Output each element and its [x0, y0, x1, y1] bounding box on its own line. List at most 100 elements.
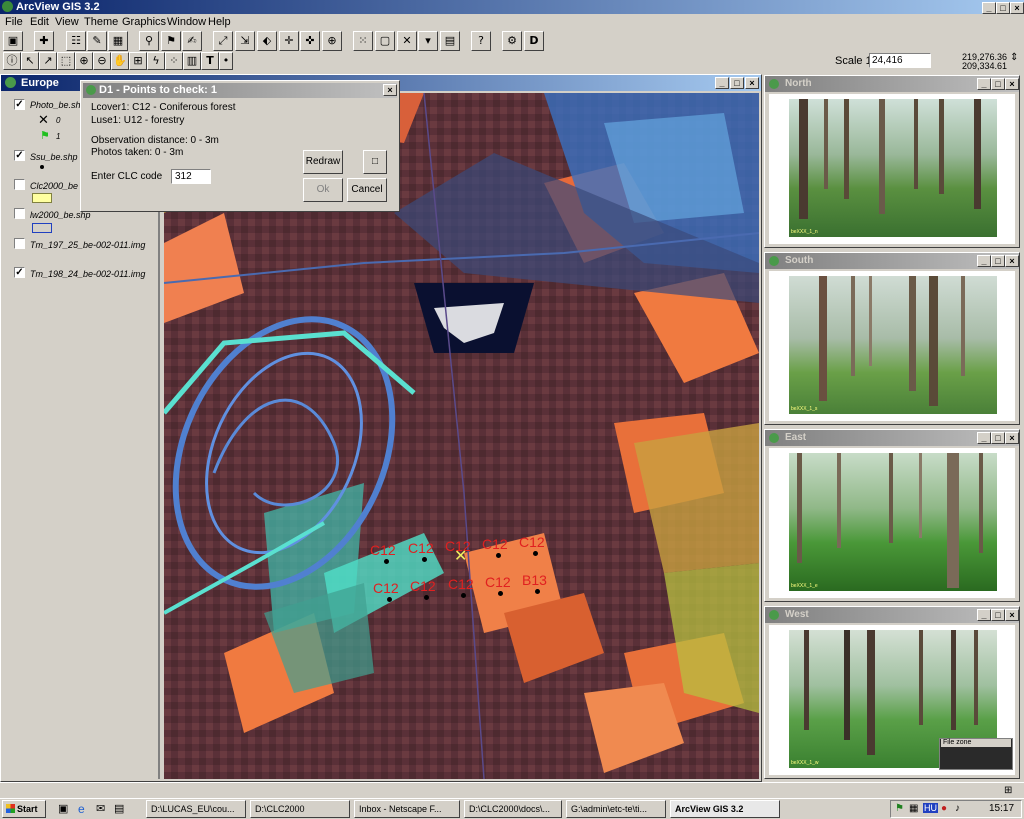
- theme-checkbox[interactable]: ✓: [14, 99, 25, 110]
- dialog-close-icon[interactable]: ×: [383, 84, 397, 96]
- minimize-icon[interactable]: _: [977, 432, 991, 444]
- menu-view[interactable]: View: [55, 16, 79, 28]
- label-tool-icon[interactable]: ▥: [183, 52, 201, 70]
- zoom-previous-icon[interactable]: ⊕: [322, 31, 342, 51]
- zoom-active-icon[interactable]: ⇲: [235, 31, 255, 51]
- vertex-edit-icon[interactable]: ↗: [39, 52, 57, 70]
- theme-name[interactable]: Ssu_be.shp: [30, 152, 78, 162]
- menu-edit[interactable]: Edit: [30, 16, 49, 28]
- sample-point[interactable]: [422, 557, 427, 562]
- measure-icon[interactable]: ⊞: [129, 52, 147, 70]
- close-icon[interactable]: ×: [1010, 2, 1024, 14]
- view-close-icon[interactable]: ×: [745, 77, 759, 89]
- sample-point[interactable]: [496, 553, 501, 558]
- zoom-full-icon[interactable]: ⤢: [213, 31, 233, 51]
- ok-button[interactable]: Ok: [303, 178, 343, 202]
- theme-checkbox[interactable]: [14, 208, 25, 219]
- maximize-icon[interactable]: □: [996, 2, 1010, 14]
- sample-point[interactable]: [461, 593, 466, 598]
- edit-legend-icon[interactable]: ✎: [87, 31, 107, 51]
- taskbar-item[interactable]: D:\LUCAS_EU\cou...: [146, 800, 246, 818]
- theme-checkbox[interactable]: ✓: [14, 267, 25, 278]
- clear-selected-icon[interactable]: ▢: [375, 31, 395, 51]
- redraw-button[interactable]: Redraw: [303, 150, 343, 174]
- tray-icon[interactable]: ▦: [909, 803, 918, 814]
- pan-icon[interactable]: ✋: [111, 52, 129, 70]
- theme-checkbox[interactable]: ✓: [14, 150, 25, 161]
- select-feature-icon[interactable]: ⬚: [57, 52, 75, 70]
- theme-name[interactable]: Clc2000_be: [30, 181, 78, 191]
- zoom-in-fixed-icon[interactable]: ✛: [279, 31, 299, 51]
- theme-properties-icon[interactable]: ☷: [66, 31, 86, 51]
- add-theme-icon[interactable]: ✚: [34, 31, 54, 51]
- theme-name[interactable]: Tm_197_25_be-002-011.img: [30, 240, 145, 250]
- menu-help[interactable]: Help: [208, 16, 231, 28]
- zoom-out-icon[interactable]: ⊖: [93, 52, 111, 70]
- help-pointer-icon[interactable]: ?: [471, 31, 491, 51]
- tray-icon[interactable]: ●: [941, 803, 947, 814]
- taskbar-item[interactable]: D:\CLC2000\docs\...: [464, 800, 562, 818]
- taskbar-item-active[interactable]: ArcView GIS 3.2: [670, 800, 780, 818]
- minimize-icon[interactable]: _: [977, 609, 991, 621]
- maximize-icon[interactable]: □: [991, 432, 1005, 444]
- volume-icon[interactable]: ♪: [955, 803, 960, 814]
- save-icon[interactable]: ▣: [3, 31, 23, 51]
- file-zone-box[interactable]: File zone: [939, 738, 1013, 770]
- minimize-icon[interactable]: _: [977, 255, 991, 267]
- quicklaunch-icon[interactable]: ▤: [114, 802, 124, 815]
- sample-point[interactable]: [533, 551, 538, 556]
- identify-icon[interactable]: ⓘ: [3, 52, 21, 70]
- view-maximize-icon[interactable]: □: [730, 77, 744, 89]
- export-icon[interactable]: ▾: [418, 31, 438, 51]
- show-desktop-icon[interactable]: ▣: [58, 802, 68, 815]
- area-select-icon[interactable]: ⁘: [165, 52, 183, 70]
- checkbox-button[interactable]: □: [363, 150, 387, 174]
- view-minimize-icon[interactable]: _: [715, 77, 729, 89]
- locate-icon[interactable]: ⚑: [161, 31, 181, 51]
- taskbar-item[interactable]: Inbox - Netscape F...: [354, 800, 460, 818]
- current-point-cross-icon[interactable]: ✕: [454, 549, 467, 565]
- sample-point[interactable]: [387, 597, 392, 602]
- theme-checkbox[interactable]: [14, 179, 25, 190]
- menu-graphics[interactable]: Graphics: [122, 16, 166, 28]
- minimize-icon[interactable]: _: [982, 2, 996, 14]
- find-icon[interactable]: ⚲: [139, 31, 159, 51]
- layout-icon[interactable]: ▤: [440, 31, 460, 51]
- tray-icon[interactable]: ⚑: [895, 803, 904, 814]
- sample-point[interactable]: [424, 595, 429, 600]
- maximize-icon[interactable]: □: [991, 255, 1005, 267]
- theme-checkbox[interactable]: [14, 238, 25, 249]
- sample-point[interactable]: [535, 589, 540, 594]
- pointer-icon[interactable]: ↖: [21, 52, 39, 70]
- theme-name[interactable]: Photo_be.shp: [30, 100, 86, 110]
- menu-window[interactable]: Window: [167, 16, 206, 28]
- zoom-out-fixed-icon[interactable]: ✜: [300, 31, 320, 51]
- email-icon[interactable]: ✉: [96, 802, 105, 815]
- hotlink-icon[interactable]: ⚙: [502, 31, 522, 51]
- zoom-selected-icon[interactable]: ⬖: [257, 31, 277, 51]
- query-icon[interactable]: ✍: [182, 31, 202, 51]
- table-icon[interactable]: ▦: [108, 31, 128, 51]
- browser-icon[interactable]: e: [78, 802, 85, 816]
- close-icon[interactable]: ×: [1005, 609, 1019, 621]
- taskbar-item[interactable]: D:\CLC2000: [250, 800, 350, 818]
- language-indicator[interactable]: HU: [923, 803, 938, 813]
- select-features-icon[interactable]: ⁙: [353, 31, 373, 51]
- close-icon[interactable]: ×: [1005, 78, 1019, 90]
- taskbar-item[interactable]: G:\admin\etc-te\ti...: [566, 800, 666, 818]
- menu-theme[interactable]: Theme: [84, 16, 118, 28]
- delete-icon[interactable]: ✕: [397, 31, 417, 51]
- theme-name[interactable]: Tm_198_24_be-002-011.img: [30, 269, 145, 279]
- d-button[interactable]: D: [524, 31, 544, 51]
- close-icon[interactable]: ×: [1005, 432, 1019, 444]
- hotlink-tool-icon[interactable]: ϟ: [147, 52, 165, 70]
- close-icon[interactable]: ×: [1005, 255, 1019, 267]
- draw-point-icon[interactable]: •: [219, 52, 233, 70]
- text-tool-icon[interactable]: T: [201, 52, 219, 70]
- maximize-icon[interactable]: □: [991, 78, 1005, 90]
- scale-input[interactable]: 24,416: [869, 53, 931, 68]
- menu-file[interactable]: File: [5, 16, 23, 28]
- sample-point[interactable]: [498, 591, 503, 596]
- zoom-in-icon[interactable]: ⊕: [75, 52, 93, 70]
- clc-code-input[interactable]: 312: [171, 169, 211, 184]
